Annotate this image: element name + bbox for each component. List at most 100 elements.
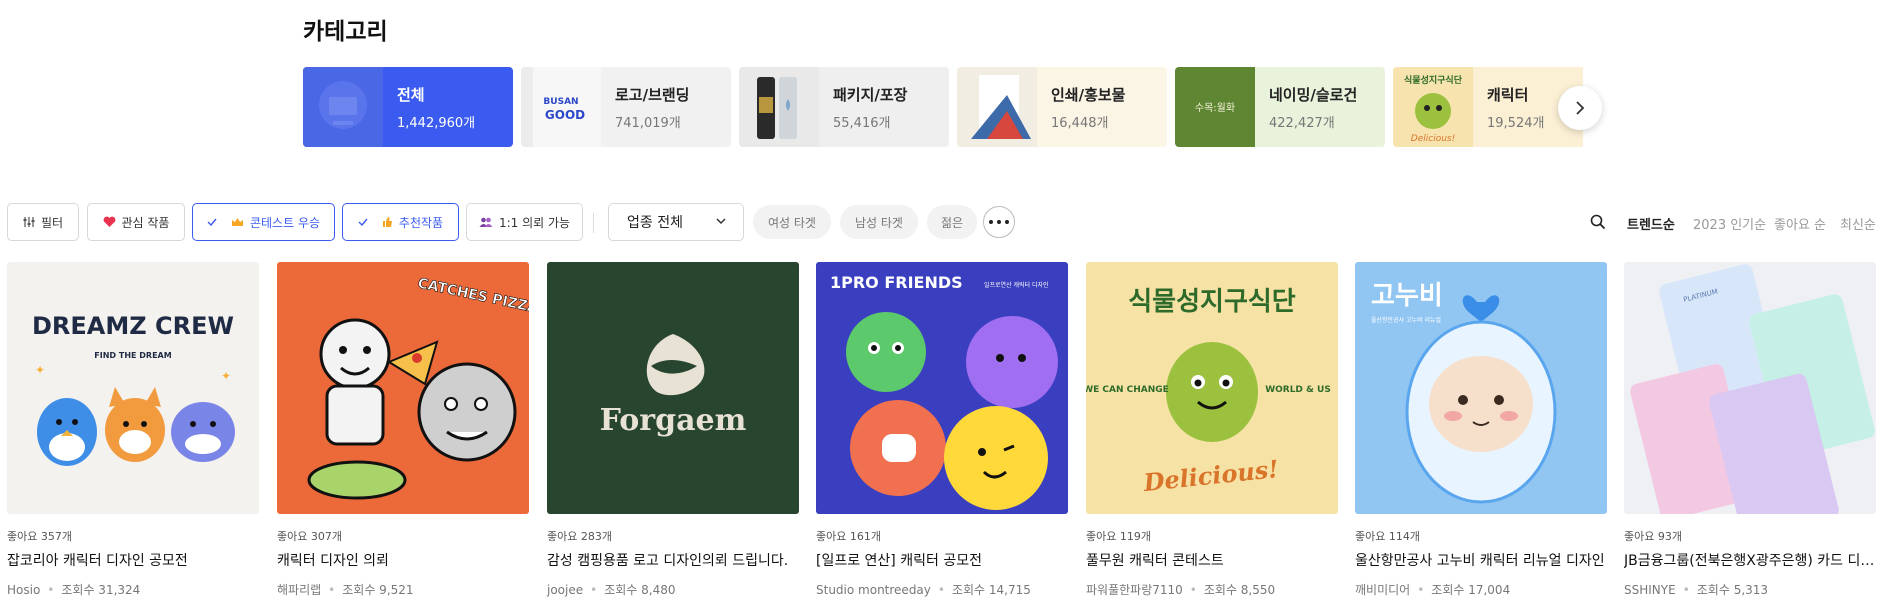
product-views: 조회수 9,521 <box>342 583 414 597</box>
crown-icon <box>231 217 244 227</box>
svg-text:식물성지구식단: 식물성지구식단 <box>1404 74 1463 86</box>
product-views: 조회수 5,313 <box>1696 583 1769 597</box>
product-author[interactable]: 깨비미디어 <box>1355 583 1410 597</box>
contest-winner-label: 콘테스트 우승 <box>249 215 321 230</box>
product-author[interactable]: joojee <box>547 583 583 597</box>
category-card-print[interactable]: 인쇄/홍보물 16,448개 <box>957 67 1167 147</box>
category-name: 로고/브랜딩 <box>615 85 690 104</box>
category-thumb-print <box>957 67 1037 147</box>
svg-text:✦: ✦ <box>221 369 231 383</box>
category-count: 1,442,960개 <box>397 115 476 131</box>
filter-label: 필터 <box>40 215 64 230</box>
product-thumbnail[interactable]: PLATINUM <box>1624 262 1876 514</box>
product-title[interactable]: [일프로 연산] 캐릭터 공모전 <box>816 550 1068 570</box>
art-title: 고누비 <box>1371 281 1443 311</box>
category-card-naming[interactable]: 수목:월화 네이밍/슬로건 422,427개 <box>1175 67 1385 147</box>
industry-select[interactable]: 업종 전체 <box>608 203 744 241</box>
category-card-logo-branding[interactable]: BUSAN GOOD 로고/브랜딩 741,019개 <box>521 67 731 147</box>
sort-trend[interactable]: 트렌드순 <box>1627 214 1675 233</box>
category-name: 네이밍/슬로건 <box>1269 85 1358 104</box>
female-target-pill[interactable]: 여성 타겟 <box>753 205 831 239</box>
product-title[interactable]: JB금융그룹(전북은행X광주은행) 카드 디자인 <box>1624 550 1876 570</box>
product-card: 1PRO FRIENDS 일프로연산 캐릭터 디자인 좋아요 161개 [일프로… <box>816 262 1068 598</box>
product-card: 식물성지구식단 WE CAN CHANGE WORLD & US Delicio… <box>1086 262 1338 598</box>
product-views: 조회수 31,324 <box>61 583 141 597</box>
svg-text:BUSAN: BUSAN <box>543 97 578 107</box>
category-card-package[interactable]: 패키지/포장 55,416개 <box>739 67 949 147</box>
product-title[interactable]: 울산항만공사 고누비 캐릭터 리뉴얼 디자인 <box>1355 550 1607 570</box>
product-likes: 좋아요 119개 <box>1086 530 1151 543</box>
category-card-all[interactable]: 전체 1,442,960개 <box>303 67 513 147</box>
recommended-label: 추천작품 <box>398 215 444 230</box>
search-icon <box>1590 214 1606 230</box>
sort-latest[interactable]: 최신순 <box>1840 214 1876 233</box>
filter-button[interactable]: 필터 <box>7 203 79 241</box>
product-meta: 파워풀한파랑7110 • 조회수 8,550 <box>1086 583 1276 597</box>
filter-bar: 필터 관심 작품 콘테스트 우승 추천작품 1:1 의뢰 가능 업종 전체 여성… <box>7 203 1882 243</box>
product-title[interactable]: 캐릭터 디자인 의뢰 <box>277 550 529 570</box>
svg-text:GOOD: GOOD <box>545 108 585 122</box>
product-thumbnail[interactable]: 1PRO FRIENDS 일프로연산 캐릭터 디자인 <box>816 262 1068 514</box>
art-left-text: WE CAN CHANGE <box>1086 385 1169 395</box>
product-card: 고누비 울산항만공사 고누비 리뉴얼 좋아요 114개 울산항만공사 고누비 캐… <box>1355 262 1607 598</box>
product-author[interactable]: Studio montreeday <box>816 583 931 597</box>
one-on-one-label: 1:1 의뢰 가능 <box>498 215 571 230</box>
product-meta: joojee • 조회수 8,480 <box>547 583 676 597</box>
product-meta: 해파리랩 • 조회수 9,521 <box>277 583 414 597</box>
category-thumb-logo: BUSAN GOOD <box>521 67 601 147</box>
product-thumbnail[interactable]: Forgaem <box>547 262 799 514</box>
category-count: 741,019개 <box>615 115 681 131</box>
carousel-next-button[interactable] <box>1558 86 1602 130</box>
art-title: DREAMZ CREW <box>32 312 234 340</box>
search-button[interactable] <box>1590 214 1606 234</box>
chevron-right-icon <box>1576 101 1585 115</box>
art-title: Forgaem <box>600 403 747 438</box>
more-filters-button[interactable] <box>983 206 1015 238</box>
product-card: Forgaem 좋아요 283개 감성 캠핑용품 로고 디자인의뢰 드립니다. … <box>547 262 799 598</box>
product-meta: SSHINYE • 조회수 5,313 <box>1624 583 1769 597</box>
art-subtitle: 울산항만공사 고누비 리뉴얼 <box>1371 316 1441 324</box>
product-meta: Hosio • 조회수 31,324 <box>7 583 141 597</box>
sort-likes[interactable]: 좋아요 순 <box>1774 214 1826 233</box>
product-author[interactable]: 파워풀한파랑7110 <box>1086 583 1183 597</box>
recommended-toggle[interactable]: 추천작품 <box>342 203 459 241</box>
art-title: 1PRO FRIENDS <box>830 273 963 292</box>
category-count: 16,448개 <box>1051 115 1109 131</box>
favorite-works-toggle[interactable]: 관심 작품 <box>87 203 185 241</box>
one-on-one-toggle[interactable]: 1:1 의뢰 가능 <box>466 203 583 241</box>
product-likes: 좋아요 114개 <box>1355 530 1420 543</box>
art-title: 식물성지구식단 <box>1128 287 1296 317</box>
category-thumb-naming: 수목:월화 <box>1175 67 1255 147</box>
contest-winner-toggle[interactable]: 콘테스트 우승 <box>192 203 335 241</box>
product-thumbnail[interactable]: 식물성지구식단 WE CAN CHANGE WORLD & US Delicio… <box>1086 262 1338 514</box>
category-card-character[interactable]: 식물성지구식단 Delicious! 캐릭터 19,524개 <box>1393 67 1583 147</box>
product-meta: 깨비미디어 • 조회수 17,004 <box>1355 583 1511 597</box>
product-thumbnail[interactable]: CATCHES PIZZA <box>277 262 529 514</box>
product-author[interactable]: SSHINYE <box>1624 583 1676 597</box>
page: 카테고리 전체 1,442,960개 BUSAN GOOD 로고/브랜딩 741… <box>0 0 1889 603</box>
product-views: 조회수 14,715 <box>951 583 1031 597</box>
check-icon <box>207 215 217 229</box>
product-likes: 좋아요 357개 <box>7 530 72 543</box>
product-grid: DREAMZ CREW FIND THE DREAM ✦ ✦ 좋아요 357개 … <box>7 262 1889 603</box>
young-pill[interactable]: 젊은 <box>927 205 977 239</box>
product-title[interactable]: 잡코리아 캐릭터 디자인 공모전 <box>7 550 259 570</box>
sort-popular-2023[interactable]: 2023 인기순 <box>1693 214 1766 233</box>
naming-thumb-text: 수목:월화 <box>1195 102 1235 114</box>
product-author[interactable]: 해파리랩 <box>277 583 321 597</box>
male-target-pill[interactable]: 남성 타겟 <box>840 205 918 239</box>
product-author[interactable]: Hosio <box>7 583 40 597</box>
category-thumb-all <box>303 67 383 147</box>
product-title[interactable]: 풀무원 캐릭터 콘테스트 <box>1086 550 1338 570</box>
product-title[interactable]: 감성 캠핑용품 로고 디자인의뢰 드립니다. <box>547 550 799 570</box>
product-thumbnail[interactable]: DREAMZ CREW FIND THE DREAM ✦ ✦ <box>7 262 259 514</box>
art-subtitle: 일프로연산 캐릭터 디자인 <box>984 281 1049 289</box>
product-meta: Studio montreeday • 조회수 14,715 <box>816 583 1031 597</box>
check-icon <box>358 215 368 229</box>
thumbs-up-icon <box>382 216 393 228</box>
product-card: PLATINUM 좋아요 93개 JB금융그룹(전북은행X광주은행) 카드 디자… <box>1624 262 1876 598</box>
product-likes: 좋아요 93개 <box>1624 530 1682 543</box>
product-thumbnail[interactable]: 고누비 울산항만공사 고누비 리뉴얼 <box>1355 262 1607 514</box>
category-name: 인쇄/홍보물 <box>1051 85 1126 104</box>
filter-divider <box>593 213 594 233</box>
